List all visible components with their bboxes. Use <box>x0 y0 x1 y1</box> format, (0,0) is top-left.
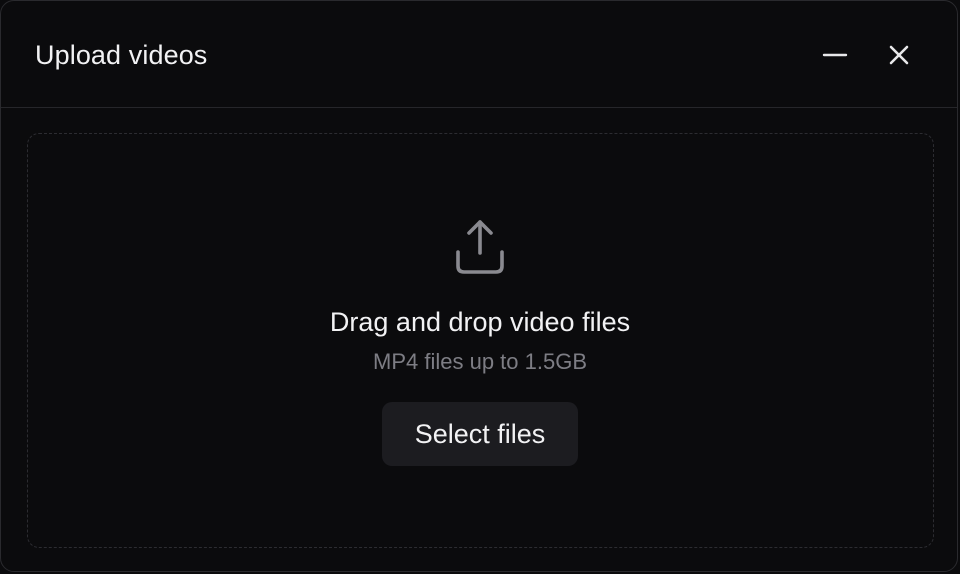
drop-zone[interactable] <box>27 133 934 548</box>
dialog-title: Upload videos <box>35 40 208 70</box>
upload-icon <box>456 220 504 274</box>
drop-zone-subtitle: MP4 files up to 1.5GB <box>373 349 587 374</box>
upload-dialog: Upload videos <box>0 0 958 572</box>
minimize-button[interactable] <box>813 33 857 77</box>
close-icon <box>889 45 909 65</box>
select-files-button[interactable]: Select files <box>382 402 578 466</box>
close-button[interactable] <box>877 33 921 77</box>
drop-zone-title: Drag and drop video files <box>329 307 631 337</box>
minus-icon <box>822 53 848 57</box>
dialog-header: Upload videos <box>1 1 957 108</box>
